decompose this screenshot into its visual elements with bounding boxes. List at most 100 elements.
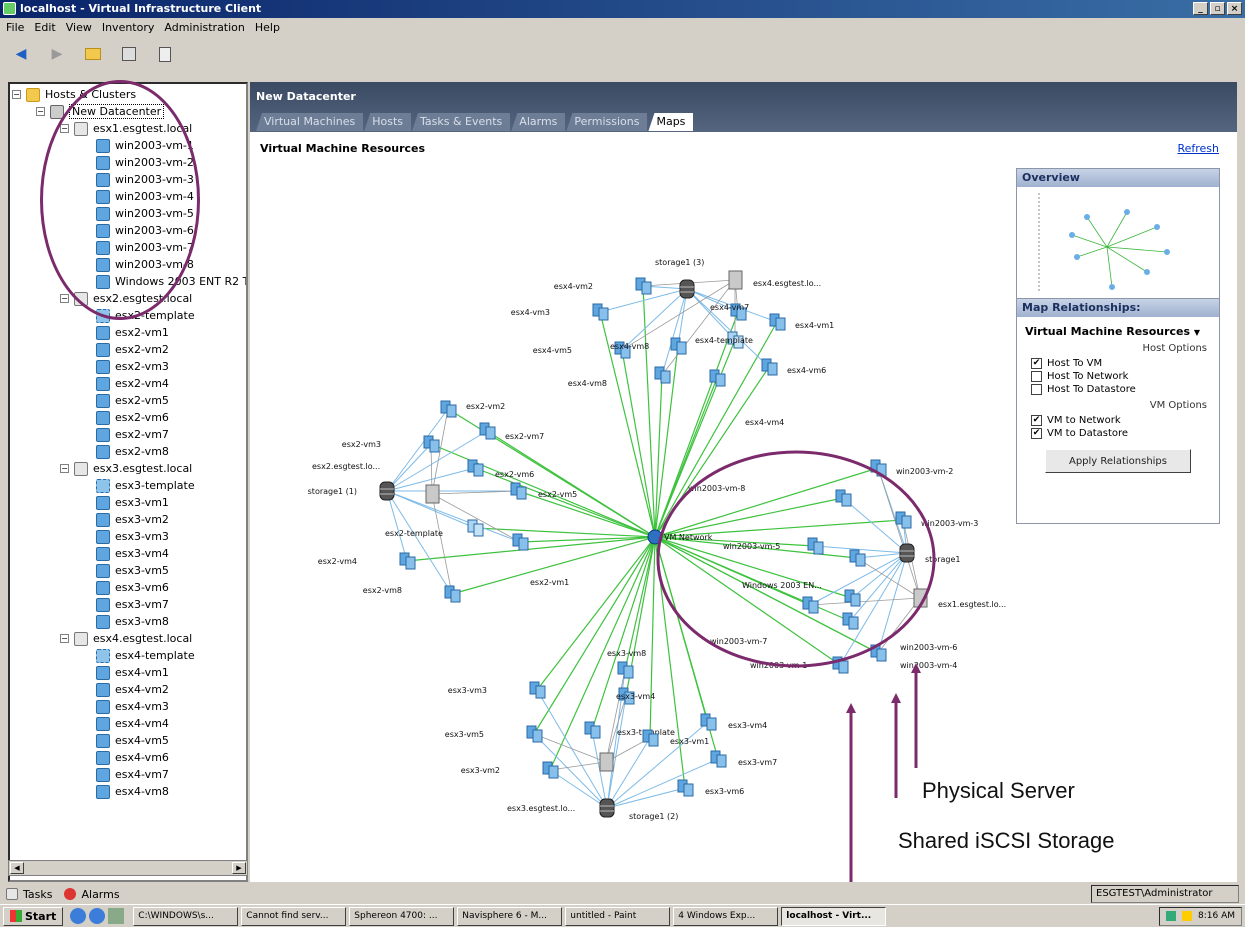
datastore-icon[interactable] [899,543,915,563]
tree-node-vm[interactable]: esx4-vm3 [96,698,169,715]
scroll-left-icon[interactable]: ◀ [10,862,24,874]
tab-alarms[interactable]: Alarms [511,113,566,131]
tree-node-vm[interactable]: win2003-vm-4 [96,188,194,205]
tree-node-vm[interactable]: esx3-vm1 [96,494,169,511]
tree-node-vm[interactable]: esx4-template [96,647,195,664]
host-to-datastore-checkbox[interactable]: Host To Datastore [1031,384,1211,395]
relationship-select[interactable]: Virtual Machine Resources ▼ [1025,325,1211,338]
tree-node-vm[interactable]: esx2-vm2 [96,341,169,358]
datastore-icon[interactable] [599,798,615,818]
tab-tasks-events[interactable]: Tasks & Events [412,113,511,131]
new-folder-icon[interactable] [82,44,104,64]
close-button[interactable]: × [1227,2,1242,15]
tree-node-vm[interactable]: win2003-vm-6 [96,222,194,239]
maximize-button[interactable]: ▫ [1210,2,1225,15]
server-icon[interactable] [599,752,614,772]
tab-virtual-machines[interactable]: Virtual Machines [256,113,364,131]
tree-node-vm[interactable]: win2003-vm-1 [96,137,194,154]
taskbar-item-ie1[interactable]: Cannot find serv... [241,906,347,926]
tree-node-vm[interactable]: esx4-vm6 [96,749,169,766]
datastore-icon[interactable] [379,481,395,501]
server-icon[interactable] [425,484,440,504]
tree-node-vm[interactable]: esx4-vm2 [96,681,169,698]
taskbar-item-ie2[interactable]: Sphereon 4700: ... [349,906,455,926]
start-button[interactable]: Start [3,906,64,926]
taskbar-item-vi-client[interactable]: localhost - Virt... [781,906,887,926]
tree-node-vm[interactable]: Windows 2003 ENT R2 T [96,273,246,290]
menu-help[interactable]: Help [255,21,280,35]
tree-node-host[interactable]: − esx2.esgtest.local [60,290,192,307]
host-to-vm-checkbox[interactable]: ✔ Host To VM [1031,358,1211,369]
tree-node-vm[interactable]: esx2-vm5 [96,392,169,409]
checkbox-checked-icon[interactable]: ✔ [1031,428,1042,439]
checkbox-checked-icon[interactable]: ✔ [1031,358,1042,369]
tab-permissions[interactable]: Permissions [566,113,648,131]
taskbar-item-cmd[interactable]: C:\WINDOWS\s... [133,906,239,926]
quicklaunch-app-icon[interactable] [108,908,125,924]
tree-node-host[interactable]: − esx4.esgtest.local [60,630,192,647]
minimize-button[interactable]: _ [1193,2,1208,15]
tree-node-vm[interactable]: esx4-vm7 [96,766,169,783]
tree-node-vm[interactable]: win2003-vm-2 [96,154,194,171]
tree-node-vm[interactable]: win2003-vm-5 [96,205,194,222]
tree-node-root[interactable]: − Hosts & Clusters [12,86,136,103]
map-overview[interactable] [1017,187,1219,299]
tree-node-vm[interactable]: esx2-vm3 [96,358,169,375]
menu-edit[interactable]: Edit [34,21,55,35]
taskbar-item-explorer[interactable]: 4 Windows Exp... [673,906,779,926]
tree-node-vm[interactable]: esx3-vm5 [96,562,169,579]
back-arrow-icon[interactable]: ◀ [10,44,32,64]
forward-arrow-icon[interactable]: ▶ [46,44,68,64]
menu-inventory[interactable]: Inventory [102,21,155,35]
apply-relationships-button[interactable]: Apply Relationships [1045,449,1191,473]
tab-maps[interactable]: Maps [648,113,694,131]
new-vm-icon[interactable] [154,44,176,64]
collapse-icon[interactable]: − [36,107,45,116]
collapse-icon[interactable]: − [60,294,69,303]
tree-node-vm[interactable]: esx2-template [96,307,195,324]
tree-node-vm[interactable]: esx4-vm4 [96,715,169,732]
quicklaunch-ie-icon[interactable] [70,908,87,924]
tree-node-vm[interactable]: esx4-vm5 [96,732,169,749]
tree-node-vm[interactable]: esx2-vm4 [96,375,169,392]
quicklaunch-explorer-icon[interactable] [89,908,106,924]
tree-node-vm[interactable]: esx3-vm3 [96,528,169,545]
tree-node-vm[interactable]: esx3-vm7 [96,596,169,613]
collapse-icon[interactable]: − [12,90,21,99]
checkbox-checked-icon[interactable]: ✔ [1031,415,1042,426]
tree-node-datacenter[interactable]: − New Datacenter [36,103,165,120]
alarms-button[interactable]: Alarms [64,888,120,901]
collapse-icon[interactable]: − [60,124,69,133]
vm-to-datastore-checkbox[interactable]: ✔ VM to Datastore [1031,428,1211,439]
tree-node-vm[interactable]: win2003-vm-3 [96,171,194,188]
tree-node-vm[interactable]: win2003-vm-8 [96,256,194,273]
tree-node-host[interactable]: − esx1.esgtest.local [60,120,192,137]
tree-horizontal-scrollbar[interactable]: ◀ ▶ [8,860,248,876]
taskbar-item-ie3[interactable]: Navisphere 6 - M... [457,906,563,926]
tree-node-vm[interactable]: esx2-vm7 [96,426,169,443]
menu-view[interactable]: View [66,21,92,35]
checkbox-empty-icon[interactable] [1031,384,1042,395]
menu-administration[interactable]: Administration [164,21,245,35]
server-icon[interactable] [728,270,743,290]
tree-node-vm[interactable]: esx3-vm8 [96,613,169,630]
tree-node-vm[interactable]: esx4-vm8 [96,783,169,800]
tree-node-vm[interactable]: esx2-vm6 [96,409,169,426]
vm-to-network-checkbox[interactable]: ✔ VM to Network [1031,415,1211,426]
taskbar-item-paint[interactable]: untitled - Paint [565,906,671,926]
tab-hosts[interactable]: Hosts [364,113,411,131]
refresh-link[interactable]: Refresh [1177,142,1219,155]
collapse-icon[interactable]: − [60,634,69,643]
tree-node-vm[interactable]: esx3-template [96,477,195,494]
scroll-right-icon[interactable]: ▶ [232,862,246,874]
tray-icon[interactable] [1182,911,1192,921]
host-to-network-checkbox[interactable]: Host To Network [1031,371,1211,382]
tree-node-vm[interactable]: esx3-vm2 [96,511,169,528]
tree-node-host[interactable]: − esx3.esgtest.local [60,460,192,477]
datastore-icon[interactable] [679,279,695,299]
tree-node-vm[interactable]: win2003-vm-7 [96,239,194,256]
tree-node-vm[interactable]: esx2-vm8 [96,443,169,460]
menu-file[interactable]: File [6,21,24,35]
add-host-icon[interactable] [118,44,140,64]
tree-node-vm[interactable]: esx2-vm1 [96,324,169,341]
